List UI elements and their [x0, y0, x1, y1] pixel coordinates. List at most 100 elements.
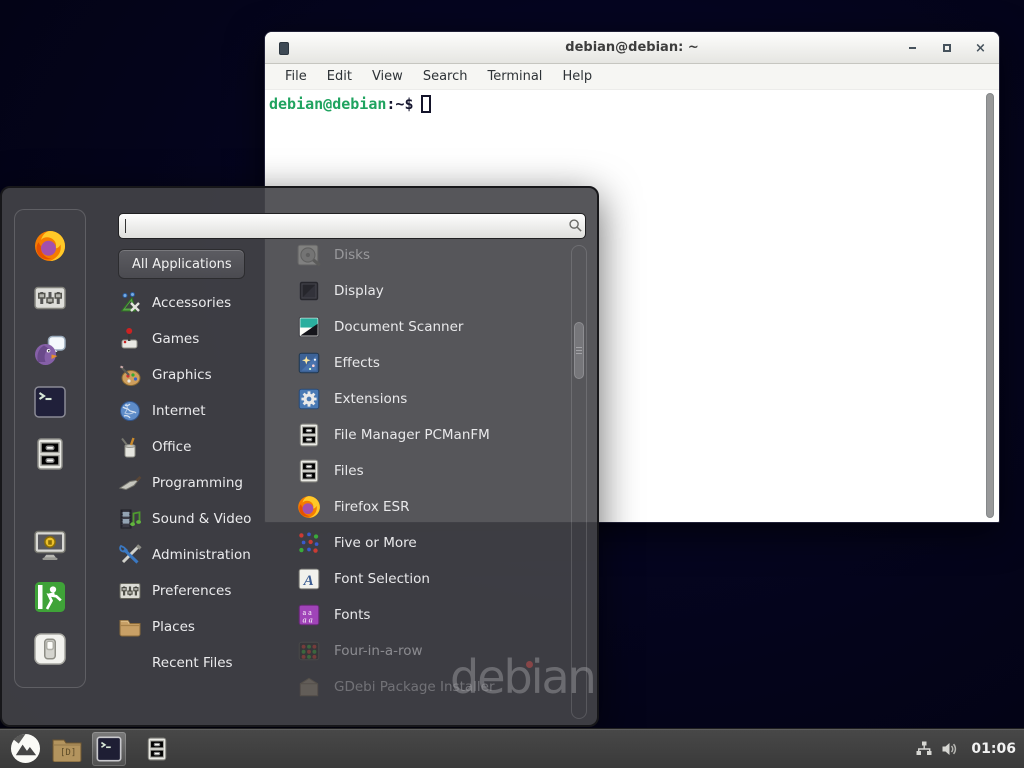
category-accessories[interactable]: Accessories [118, 285, 268, 321]
app-item-disks[interactable]: Disks [280, 237, 568, 273]
app-item-document-scanner[interactable]: Document Scanner [280, 309, 568, 345]
desktop: debian@debian: ~ × File Edit View Search… [0, 0, 1024, 768]
extensions-icon [296, 386, 322, 412]
menu-logo-icon [10, 733, 41, 764]
category-administration[interactable]: Administration [118, 537, 268, 573]
category-list: Accessories Games Graphics [118, 285, 268, 681]
prompt-user: debian@debian [269, 95, 386, 113]
clock[interactable]: 01:06 [971, 741, 1016, 757]
desktop-folder-button[interactable]: [D] [50, 732, 84, 766]
accessories-icon [118, 291, 142, 315]
maximize-button[interactable] [940, 42, 953, 55]
preferences-sliders-icon[interactable] [32, 280, 68, 316]
document-scanner-icon [296, 314, 322, 340]
window-controls: × [906, 32, 987, 64]
category-recent-files[interactable]: Recent Files [118, 645, 268, 681]
firefox-icon[interactable] [32, 228, 68, 264]
administration-icon [118, 543, 142, 567]
internet-icon [118, 399, 142, 423]
menu-scrollbar-thumb[interactable] [574, 322, 584, 379]
category-graphics[interactable]: Graphics [118, 357, 268, 393]
pidgin-icon[interactable] [32, 332, 68, 368]
app-item-four-in-a-row[interactable]: Four-in-a-row [280, 633, 568, 669]
menu-view[interactable]: View [362, 66, 413, 87]
lock-screen-icon[interactable] [32, 527, 68, 563]
category-sound-video[interactable]: Sound & Video [118, 501, 268, 537]
shutdown-icon[interactable] [32, 631, 68, 667]
app-item-display[interactable]: Display [280, 273, 568, 309]
disks-icon [296, 242, 322, 268]
app-item-gdebi-package-installer[interactable]: GDebi Package Installer [280, 669, 568, 705]
terminal-window-icon [279, 42, 289, 55]
volume-icon[interactable] [941, 740, 959, 758]
app-item-file-manager-pcmanfm[interactable]: File Manager PCManFM [280, 417, 568, 453]
close-button[interactable]: × [974, 42, 987, 55]
application-list: Disks Display Document Scanner Effec [280, 237, 568, 705]
font-selection-icon: A [296, 566, 322, 592]
programming-icon [118, 471, 142, 495]
app-item-font-selection[interactable]: A Font Selection [280, 561, 568, 597]
graphics-icon [118, 363, 142, 387]
minimize-button[interactable] [906, 42, 919, 55]
terminal-taskbar-button[interactable] [92, 732, 126, 766]
file-manager-icon [144, 735, 170, 763]
search-icon [568, 218, 583, 233]
window-title: debian@debian: ~ [265, 40, 999, 55]
app-item-files[interactable]: Files [280, 453, 568, 489]
places-icon [118, 615, 142, 639]
category-places[interactable]: Places [118, 609, 268, 645]
all-applications-label: All Applications [132, 257, 232, 272]
terminal-cursor [421, 95, 431, 113]
files-icon [296, 458, 322, 484]
prompt-path: :~$ [386, 95, 413, 113]
app-item-effects[interactable]: Effects [280, 345, 568, 381]
app-item-five-or-more[interactable]: Five or More [280, 525, 568, 561]
menu-help[interactable]: Help [552, 66, 602, 87]
app-item-extensions[interactable]: Extensions [280, 381, 568, 417]
terminal-titlebar[interactable]: debian@debian: ~ × [265, 32, 999, 64]
effects-icon [296, 350, 322, 376]
menu-button[interactable] [8, 732, 42, 766]
five-or-more-icon [296, 530, 322, 556]
svg-text:A: A [303, 572, 314, 589]
office-icon [118, 435, 142, 459]
terminal-icon[interactable] [32, 384, 68, 420]
search-caret [125, 219, 126, 233]
category-office[interactable]: Office [118, 429, 268, 465]
category-internet[interactable]: Internet [118, 393, 268, 429]
logout-icon[interactable] [32, 579, 68, 615]
menu-scrollbar[interactable] [571, 245, 587, 719]
shell-prompt: debian@debian:~$ [269, 95, 431, 113]
svg-text:a a: a a [303, 616, 313, 625]
svg-text:[D]: [D] [60, 748, 76, 758]
file-manager-icon [296, 422, 322, 448]
terminal-scrollbar-thumb[interactable] [986, 93, 994, 518]
menu-terminal[interactable]: Terminal [477, 66, 552, 87]
app-item-fonts[interactable]: a aa a Fonts [280, 597, 568, 633]
fonts-icon: a aa a [296, 602, 322, 628]
firefox-icon [296, 494, 322, 520]
terminal-menubar: File Edit View Search Terminal Help [265, 64, 999, 90]
menu-search[interactable]: Search [413, 66, 478, 87]
four-in-a-row-icon [296, 638, 322, 664]
category-preferences[interactable]: Preferences [118, 573, 268, 609]
terminal-icon [95, 735, 123, 763]
taskbar: [D] 01:06 [0, 728, 1024, 768]
menu-file[interactable]: File [275, 66, 317, 87]
category-games[interactable]: Games [118, 321, 268, 357]
file-manager-icon[interactable] [32, 436, 68, 472]
network-icon[interactable] [915, 740, 933, 758]
sound-video-icon [118, 507, 142, 531]
games-icon [118, 327, 142, 351]
favorites-sidebar [14, 209, 86, 688]
app-item-firefox-esr[interactable]: Firefox ESR [280, 489, 568, 525]
file-manager-taskbar-button[interactable] [140, 732, 174, 766]
category-programming[interactable]: Programming [118, 465, 268, 501]
all-applications-button[interactable]: All Applications [118, 249, 245, 279]
desktop-folder-icon: [D] [52, 736, 82, 762]
gdebi-icon [296, 674, 322, 700]
search-input[interactable] [118, 213, 586, 239]
terminal-scrollbar[interactable] [984, 93, 996, 518]
menu-edit[interactable]: Edit [317, 66, 362, 87]
display-icon [296, 278, 322, 304]
